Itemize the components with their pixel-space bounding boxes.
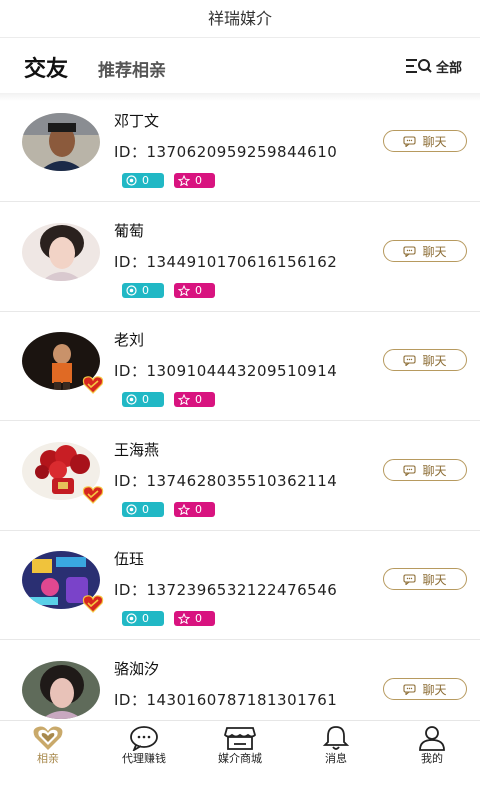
chat-button[interactable]: 聊天	[383, 459, 467, 481]
list-item[interactable]: 老刘 ID：1309104443209510914 0 0 聊天	[0, 312, 480, 421]
stat-value: 0	[195, 174, 202, 187]
coin-icon	[126, 613, 137, 624]
nav-label: 我的	[421, 752, 443, 765]
member-id: ID：1370620959259844610	[114, 143, 338, 161]
stat-badge-pink: 0	[174, 173, 215, 188]
list-item[interactable]: 王海燕 ID：1374628035510362114 0 0 聊天	[0, 422, 480, 531]
filter-label: 全部	[435, 60, 462, 76]
chat-bubble-icon	[403, 245, 417, 257]
nav-label: 相亲	[37, 752, 59, 765]
member-name: 邓丁文	[114, 112, 160, 130]
flower-icon	[178, 613, 190, 624]
verified-heart-icon	[82, 486, 104, 504]
flower-icon	[178, 175, 190, 186]
avatar[interactable]	[22, 223, 100, 281]
member-name: 王海燕	[114, 441, 160, 459]
chat-button[interactable]: 聊天	[383, 240, 467, 262]
member-name: 伍珏	[114, 550, 145, 568]
chat-label: 聊天	[422, 682, 447, 697]
member-id: ID：1344910170616156162	[114, 253, 338, 271]
stat-value: 0	[195, 284, 202, 297]
list-item[interactable]: 伍珏 ID：1372396532122476546 0 0 聊天	[0, 531, 480, 640]
chat-button[interactable]: 聊天	[383, 678, 467, 700]
stat-badge-pink: 0	[174, 392, 215, 407]
stat-value: 0	[195, 612, 202, 625]
chat-label: 聊天	[422, 134, 447, 149]
bottom-nav: 相亲 代理赚钱 媒介商城 消息 我的	[0, 720, 480, 800]
stat-badge-pink: 0	[174, 283, 215, 298]
stat-value: 0	[195, 393, 202, 406]
stat-value: 0	[142, 284, 149, 297]
member-name: 老刘	[114, 331, 145, 349]
coin-icon	[126, 394, 137, 405]
tab-bar: 交友 推荐相亲 全部	[0, 39, 480, 93]
nav-item-profile[interactable]: 我的	[384, 721, 480, 781]
list-item[interactable]: 骆洳汐 ID：1430160787181301761 0 0 聊天	[0, 641, 480, 720]
nav-item-agent[interactable]: 代理赚钱	[96, 721, 192, 781]
tab-recommended[interactable]: 推荐相亲	[98, 56, 166, 81]
filter-search-icon	[405, 59, 432, 73]
verified-heart-icon	[82, 376, 104, 394]
stat-value: 0	[142, 393, 149, 406]
stat-value: 0	[142, 174, 149, 187]
coin-icon	[126, 504, 137, 515]
list-item[interactable]: 邓丁文 ID：1370620959259844610 0 0 聊天	[0, 93, 480, 202]
chat-button[interactable]: 聊天	[383, 568, 467, 590]
stat-badge-teal: 0	[122, 173, 164, 188]
nav-item-shop[interactable]: 媒介商城	[192, 721, 288, 781]
chat-bubble-icon	[403, 573, 417, 585]
chat-bubble-icon	[130, 726, 158, 751]
title-bar: 祥瑞媒介	[0, 0, 480, 38]
filter-button[interactable]: 全部	[405, 56, 462, 76]
bell-icon	[322, 726, 350, 750]
member-id: ID：1374628035510362114	[114, 472, 338, 490]
member-name: 葡萄	[114, 222, 145, 240]
flower-icon	[178, 504, 190, 515]
chat-label: 聊天	[422, 572, 447, 587]
member-id: ID：1372396532122476546	[114, 581, 338, 599]
chat-button[interactable]: 聊天	[383, 130, 467, 152]
stat-badge-pink: 0	[174, 611, 215, 626]
member-name: 骆洳汐	[114, 660, 160, 678]
avatar[interactable]	[22, 661, 100, 719]
app-title: 祥瑞媒介	[207, 9, 272, 28]
chat-bubble-icon	[403, 354, 417, 366]
avatar[interactable]	[22, 113, 100, 171]
user-icon	[419, 726, 445, 751]
chat-bubble-icon	[403, 135, 417, 147]
flower-icon	[178, 394, 190, 405]
stat-badge-teal: 0	[122, 502, 164, 517]
nav-label: 媒介商城	[218, 752, 262, 765]
chat-bubble-icon	[403, 464, 417, 476]
chat-bubble-icon	[403, 683, 417, 695]
heart-icon	[33, 726, 63, 750]
stat-value: 0	[142, 612, 149, 625]
stat-badge-teal: 0	[122, 392, 164, 407]
tab-friends[interactable]: 交友	[24, 51, 68, 83]
nav-label: 消息	[325, 752, 347, 765]
nav-label: 代理赚钱	[122, 752, 166, 765]
flower-icon	[178, 285, 190, 296]
verified-heart-icon	[82, 595, 104, 613]
chat-button[interactable]: 聊天	[383, 349, 467, 371]
stat-badge-teal: 0	[122, 283, 164, 298]
shop-icon	[224, 727, 256, 750]
chat-label: 聊天	[422, 353, 447, 368]
nav-item-messages[interactable]: 消息	[288, 721, 384, 781]
member-list[interactable]: 邓丁文 ID：1370620959259844610 0 0 聊天 葡萄 ID：…	[0, 93, 480, 720]
chat-label: 聊天	[422, 463, 447, 478]
member-id: ID：1309104443209510914	[114, 362, 338, 380]
member-id: ID：1430160787181301761	[114, 691, 338, 709]
nav-item-matchmaking[interactable]: 相亲	[0, 721, 96, 781]
stat-badge-pink: 0	[174, 502, 215, 517]
chat-label: 聊天	[422, 244, 447, 259]
list-item[interactable]: 葡萄 ID：1344910170616156162 0 0 聊天	[0, 203, 480, 312]
coin-icon	[126, 175, 137, 186]
stat-badge-teal: 0	[122, 611, 164, 626]
coin-icon	[126, 285, 137, 296]
stat-value: 0	[142, 503, 149, 516]
stat-value: 0	[195, 503, 202, 516]
